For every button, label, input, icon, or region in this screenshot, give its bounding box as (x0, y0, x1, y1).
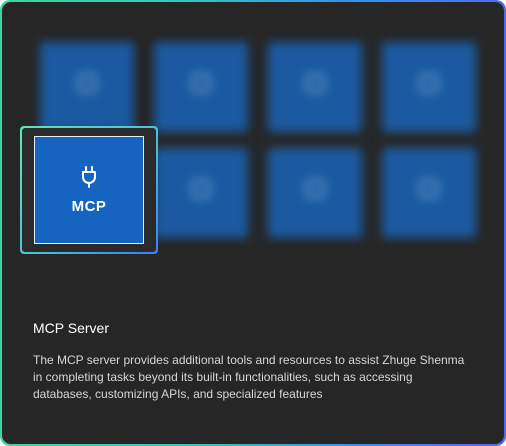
tile-icon (306, 180, 324, 198)
mcp-tile[interactable]: MCP (34, 136, 144, 244)
blurred-tile (268, 42, 362, 132)
feature-card-frame: MCP MCP Server The MCP server provides a… (0, 0, 506, 446)
tile-icon (192, 180, 210, 198)
tile-icon (306, 74, 324, 92)
highlight-inner: MCP (22, 128, 156, 252)
blurred-tile (382, 148, 476, 238)
tile-icon (420, 180, 438, 198)
tile-icon (420, 74, 438, 92)
tile-icon (78, 74, 96, 92)
highlight-ring: MCP (20, 126, 158, 254)
blurred-tile (268, 148, 362, 238)
blurred-tile (154, 42, 248, 132)
blurred-tile (40, 42, 134, 132)
plug-icon (81, 165, 97, 188)
tile-icon (192, 74, 210, 92)
feature-card: MCP MCP Server The MCP server provides a… (2, 2, 504, 444)
blurred-tile (154, 148, 248, 238)
blurred-tile (382, 42, 476, 132)
feature-description: The MCP server provides additional tools… (33, 353, 465, 401)
feature-title: MCP Server (33, 320, 109, 336)
mcp-tile-label: MCP (71, 197, 107, 215)
